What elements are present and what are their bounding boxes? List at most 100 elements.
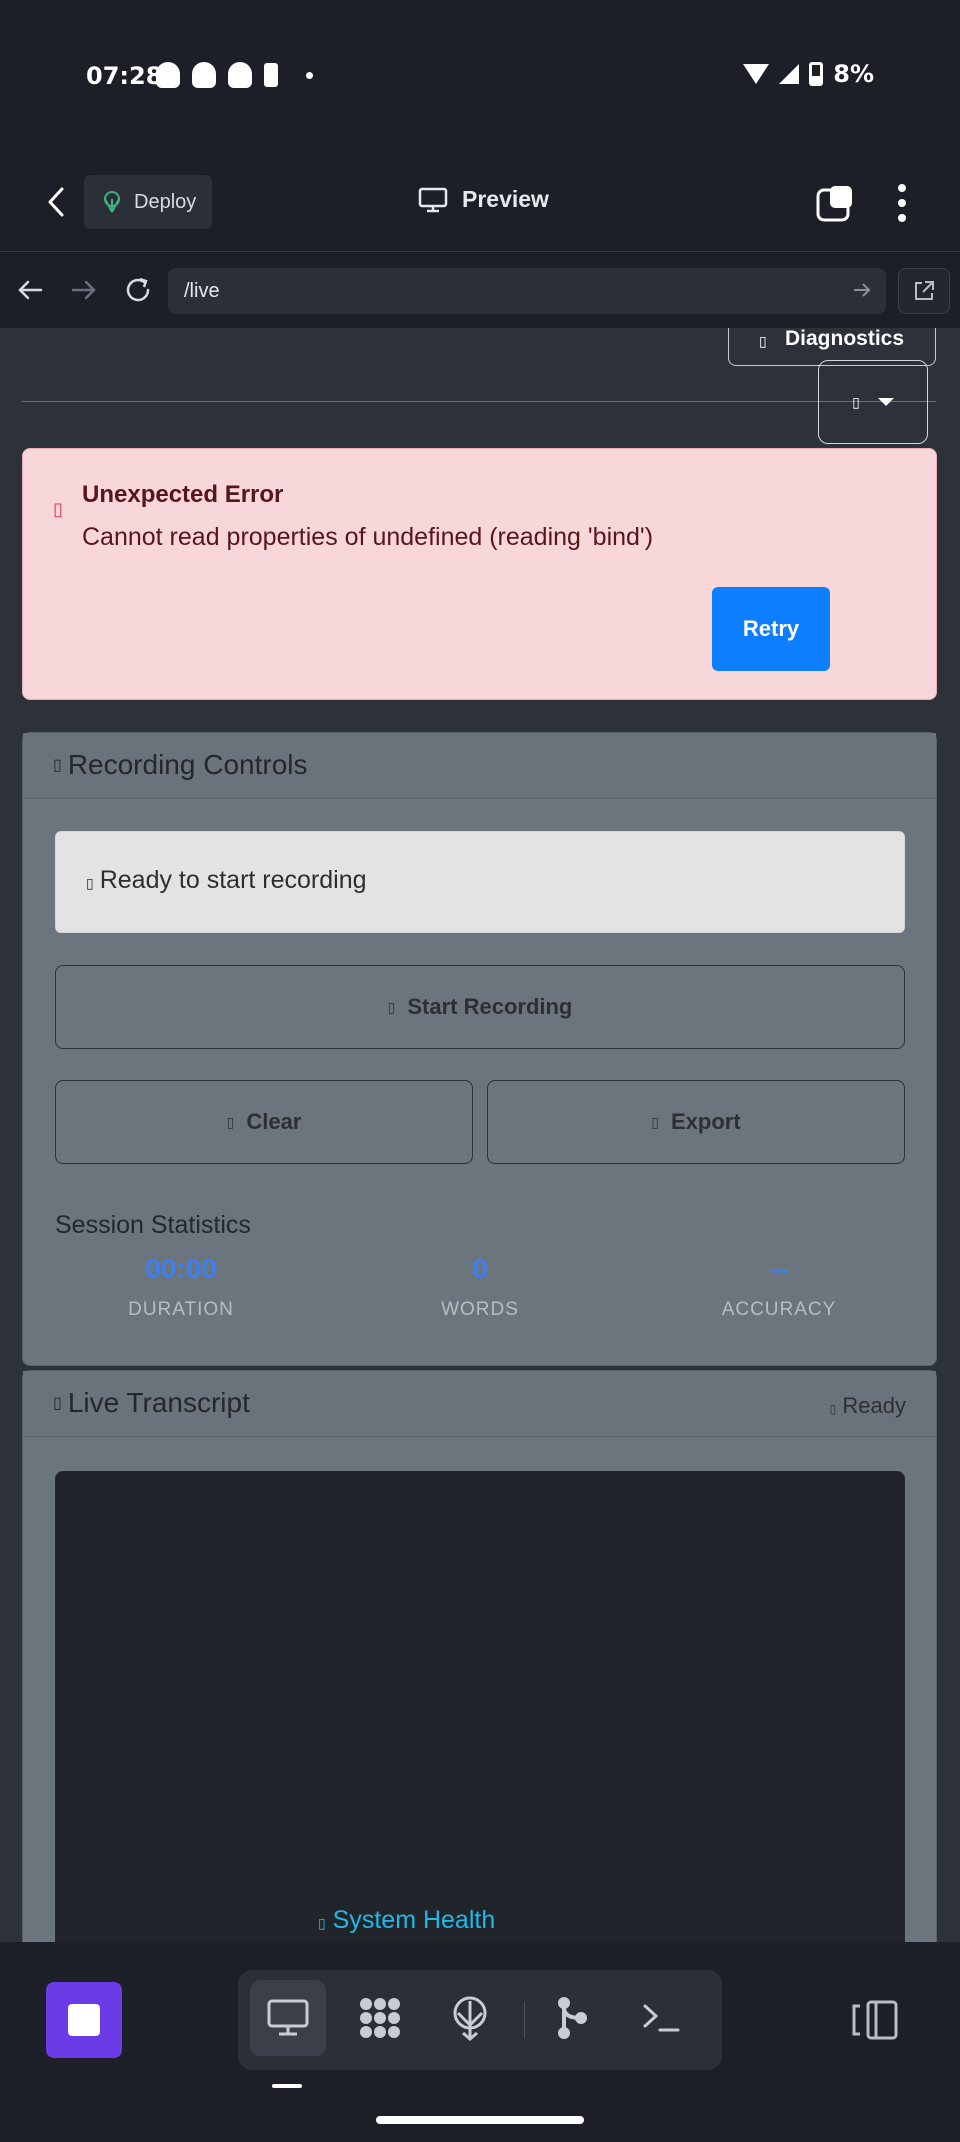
recording-status: ▯ Ready to start recording — [55, 831, 905, 933]
stat-label: ACCURACY — [721, 1299, 837, 1320]
battery-icon — [809, 62, 824, 86]
snapchat-icon — [192, 62, 216, 88]
tool-group — [238, 1970, 722, 2070]
go-arrow-icon[interactable] — [852, 280, 872, 300]
diagnostics-label: Diagnostics — [785, 328, 905, 350]
card-title: ▯ Recording Controls — [53, 749, 307, 781]
stat-label: WORDS — [441, 1299, 519, 1320]
browser-bar: /live — [0, 252, 960, 328]
stat-label: DURATION — [128, 1299, 234, 1320]
tool-apps[interactable] — [342, 1980, 418, 2056]
diagnostics-icon: ▯ — [759, 333, 767, 349]
session-statistics-title: Session Statistics — [55, 1211, 251, 1239]
recording-controls-title: Recording Controls — [67, 749, 308, 780]
open-external-button[interactable] — [898, 268, 950, 314]
tool-deploy[interactable] — [432, 1980, 508, 2056]
stat-value: 00:00 — [145, 1253, 217, 1284]
snapchat-icon — [228, 62, 252, 88]
divider — [22, 401, 936, 402]
status-bar: 07:28 8% — [0, 0, 960, 150]
preview-label: Preview — [462, 186, 549, 212]
record-icon: ▯ — [387, 998, 396, 1015]
stat-value: -- — [769, 1253, 789, 1284]
battery-percent: 8% — [833, 60, 874, 88]
status-time: 07:28 — [86, 62, 163, 90]
error-message: Cannot read properties of undefined (rea… — [82, 523, 654, 551]
system-health-label: System Health — [332, 1906, 496, 1934]
tabs-icon[interactable] — [816, 184, 854, 222]
more-notifications-icon — [306, 71, 313, 79]
stat-accuracy: -- ACCURACY — [659, 1253, 899, 1321]
export-label: Export — [671, 1109, 741, 1134]
cellular-icon — [779, 64, 800, 84]
split-view-icon[interactable] — [850, 1998, 902, 2042]
url-input[interactable]: /live — [168, 268, 886, 314]
back-button[interactable] — [36, 180, 76, 224]
stat-duration: 00:00 DURATION — [61, 1253, 301, 1321]
tool-preview[interactable] — [250, 1980, 326, 2056]
notification-icons — [156, 62, 313, 88]
trash-icon: ▯ — [226, 1113, 235, 1130]
retry-button[interactable]: Retry — [712, 587, 830, 671]
active-tab-indicator — [272, 2084, 302, 2088]
start-recording-label: Start Recording — [407, 994, 573, 1019]
stat-value: 0 — [472, 1253, 488, 1284]
clear-button[interactable]: ▯ Clear — [55, 1080, 473, 1164]
monitor-icon — [418, 187, 448, 212]
transcript-status-text: Ready — [842, 1393, 906, 1418]
preview-title: Preview — [418, 186, 549, 213]
stat-words: 0 WORDS — [360, 1253, 600, 1321]
options-dropdown-button[interactable]: ▯ — [818, 360, 928, 444]
error-title: Unexpected Error — [82, 481, 284, 508]
git-branch-icon — [558, 1997, 587, 2039]
system-icons: 8% — [743, 60, 874, 88]
transcript-icon: ▯ — [53, 1395, 62, 1412]
info-icon: ▯ — [86, 875, 94, 891]
clear-label: Clear — [246, 1109, 302, 1134]
options-icon: ▯ — [852, 393, 860, 410]
app-bar: Deploy Preview — [0, 150, 960, 252]
terminal-icon — [643, 2004, 680, 2032]
recording-controls-card: ▯ Recording Controls ▯ Ready to start rec… — [22, 732, 937, 1366]
status-icon: ▯ — [829, 1402, 837, 1416]
card-header: ▯ Recording Controls — [23, 733, 936, 799]
home-indicator[interactable] — [376, 2116, 584, 2124]
system-health-link[interactable]: ▯ System Health — [318, 1906, 495, 1935]
chevron-left-icon — [48, 187, 64, 217]
download-icon: ▯ — [651, 1113, 660, 1130]
browser-back-button[interactable] — [12, 272, 48, 308]
apps-grid-icon — [360, 1998, 400, 2038]
live-transcript-card: ▯ Live Transcript ▯ Ready — [22, 1370, 937, 1942]
transcript-area[interactable] — [55, 1471, 905, 1942]
snapchat-icon — [156, 62, 180, 88]
bottom-toolbar — [0, 1942, 960, 2142]
deploy-button[interactable]: Deploy — [84, 175, 213, 229]
wifi-icon — [743, 64, 770, 84]
start-recording-button[interactable]: ▯ Start Recording — [55, 965, 905, 1049]
stop-button[interactable] — [46, 1982, 122, 2058]
live-transcript-title: Live Transcript — [67, 1387, 250, 1418]
stop-icon — [68, 2004, 100, 2036]
separator — [524, 2002, 525, 2038]
monitor-icon — [267, 1999, 309, 2036]
refresh-icon — [126, 277, 150, 302]
browser-forward-button[interactable] — [66, 272, 102, 308]
caret-down-icon — [877, 398, 894, 406]
tool-git[interactable] — [534, 1980, 610, 2056]
export-button[interactable]: ▯ Export — [487, 1080, 905, 1164]
battery-saver-icon — [264, 63, 278, 87]
card-header: ▯ Live Transcript ▯ Ready — [23, 1371, 936, 1437]
heart-pulse-icon: ▯ — [318, 1915, 326, 1931]
arrow-left-icon — [18, 280, 43, 300]
more-menu-icon[interactable] — [896, 184, 908, 222]
reload-button[interactable] — [120, 272, 156, 308]
external-link-icon — [915, 281, 934, 300]
deploy-label: Deploy — [134, 190, 197, 213]
url-text: /live — [184, 280, 220, 302]
microphone-icon: ▯ — [53, 757, 62, 774]
recording-status-text: Ready to start recording — [99, 866, 367, 894]
tool-terminal[interactable] — [624, 1980, 700, 2056]
error-alert: ▯ Unexpected Error Cannot read propertie… — [22, 448, 937, 700]
card-title: ▯ Live Transcript — [53, 1387, 250, 1419]
deploy-icon — [104, 191, 120, 213]
